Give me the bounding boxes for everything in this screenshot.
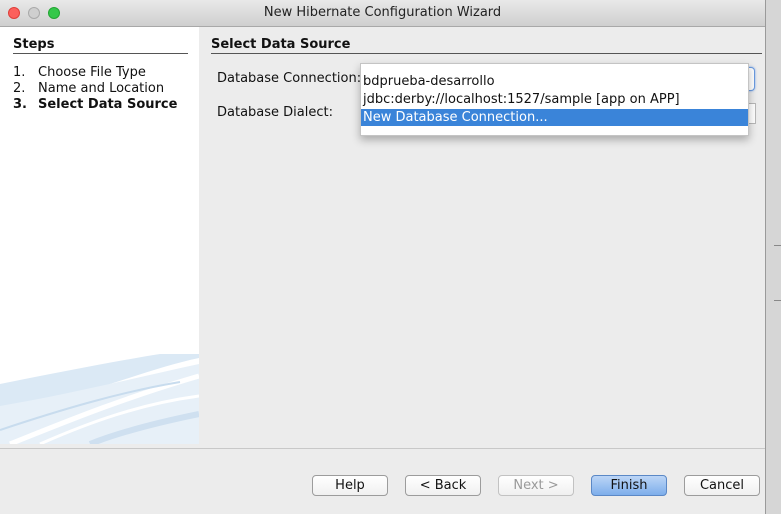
step-number: 3. [13, 97, 27, 112]
steps-panel: Steps 1. Choose File Type 2. Name and Loca… [0, 27, 199, 444]
step-item-select-data-source: 3. Select Data Source [13, 97, 177, 113]
title-bar[interactable]: New Hibernate Configuration Wizard [0, 0, 765, 27]
finish-button[interactable]: Finish [591, 475, 667, 496]
step-number: 1. [13, 65, 26, 80]
section-divider [211, 53, 762, 54]
background-divider [774, 245, 781, 246]
window-title: New Hibernate Configuration Wizard [263, 5, 502, 20]
step-label: Choose File Type [38, 65, 146, 80]
button-bar-divider [0, 448, 765, 449]
section-title: Select Data Source [211, 37, 351, 52]
database-dialect-label: Database Dialect: [217, 105, 333, 120]
dropdown-option-jdbc-derby-sample[interactable]: jdbc:derby://localhost:1527/sample [app … [361, 91, 748, 108]
step-label: Name and Location [38, 81, 165, 96]
dropdown-option-new-database-connection[interactable]: New Database Connection... [361, 109, 748, 126]
database-connection-dropdown-list[interactable]: bdprueba-desarrollo jdbc:derby://localho… [360, 63, 749, 136]
database-connection-label: Database Connection: [217, 71, 362, 86]
steps-heading: Steps [13, 37, 55, 52]
next-button[interactable]: Next > [498, 475, 574, 496]
background-window-edge [766, 0, 781, 514]
step-number: 2. [13, 81, 26, 96]
background-divider [774, 300, 781, 301]
step-item-choose-file-type: 1. Choose File Type [13, 65, 177, 81]
help-button[interactable]: Help [312, 475, 388, 496]
cancel-button[interactable]: Cancel [684, 475, 760, 496]
dropdown-option-bdprueba-desarrollo[interactable]: bdprueba-desarrollo [361, 73, 748, 90]
wizard-dialog: New Hibernate Configuration Wizard Steps… [0, 0, 766, 514]
step-label: Select Data Source [38, 97, 178, 112]
back-button[interactable]: < Back [405, 475, 481, 496]
step-item-name-and-location: 2. Name and Location [13, 81, 177, 97]
steps-list: 1. Choose File Type 2. Name and Location 3… [13, 65, 177, 113]
wizard-swoosh-graphic [0, 354, 199, 444]
steps-divider [13, 53, 188, 54]
